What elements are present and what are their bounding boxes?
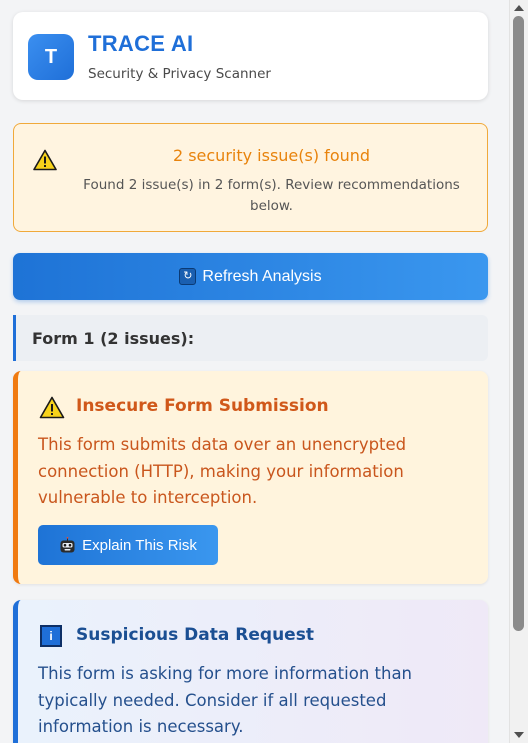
app-header: T TRACE AI Security & Privacy Scanner (13, 12, 488, 100)
issue-title: Suspicious Data Request (76, 625, 314, 645)
issue-card-suspicious-data: i Suspicious Data Request This form is a… (13, 600, 488, 743)
warning-icon (33, 149, 57, 171)
refresh-icon: ↻ (179, 268, 197, 285)
extension-popup: T TRACE AI Security & Privacy Scanner 2 … (0, 0, 509, 743)
summary-description: Found 2 issue(s) in 2 form(s). Review re… (83, 177, 460, 214)
summary-title: 2 security issue(s) found (172, 146, 371, 165)
warning-icon (39, 396, 65, 419)
info-icon: i (40, 625, 62, 647)
app-title: TRACE AI (88, 31, 194, 56)
issue-title: Insecure Form Submission (76, 396, 329, 416)
form-heading: Form 1 (2 issues): (13, 315, 488, 361)
robot-icon (60, 536, 75, 552)
app-subtitle: Security & Privacy Scanner (88, 66, 271, 82)
scroll-down-arrow-icon[interactable] (514, 732, 524, 738)
issue-card-insecure-submission: Insecure Form Submission This form submi… (13, 371, 488, 584)
issue-description: This form is asking for more information… (38, 664, 413, 736)
explain-button-label: Explain This Risk (82, 536, 197, 554)
app-logo: T (28, 34, 74, 80)
form-heading-text: Form 1 (2 issues): (32, 329, 195, 348)
scrollbar-thumb[interactable] (513, 16, 524, 631)
scroll-up-arrow-icon[interactable] (514, 5, 524, 11)
issue-description: This form submits data over an unencrypt… (38, 435, 407, 507)
refresh-button-label: Refresh Analysis (202, 267, 322, 285)
vertical-scrollbar[interactable] (509, 0, 528, 743)
refresh-analysis-button[interactable]: ↻ Refresh Analysis (13, 253, 488, 300)
summary-alert: 2 security issue(s) found Found 2 issue(… (13, 123, 488, 232)
explain-risk-button[interactable]: Explain This Risk (38, 525, 218, 565)
